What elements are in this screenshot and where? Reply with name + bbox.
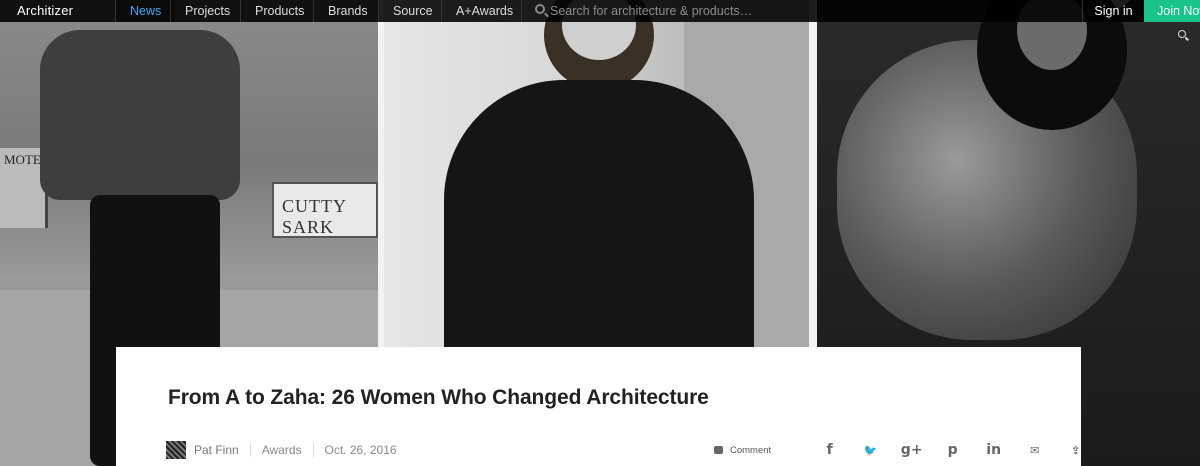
search-bar xyxy=(521,0,1081,22)
sign-in-link[interactable]: Sign in xyxy=(1082,0,1144,22)
article-category[interactable]: Awards xyxy=(262,443,302,457)
top-nav: Architizer News Projects Products Brands… xyxy=(0,0,1200,22)
author-avatar[interactable] xyxy=(166,441,186,459)
article-title: From A to Zaha: 26 Women Who Changed Arc… xyxy=(168,386,709,409)
comment-icon xyxy=(714,446,723,454)
article-date: Oct. 26, 2016 xyxy=(324,443,397,457)
nav-item-news[interactable]: News xyxy=(115,0,176,22)
twitter-icon[interactable]: 🐦 xyxy=(850,444,891,457)
search-icon xyxy=(1178,30,1186,38)
article-meta: Pat Finn Awards Oct. 26, 2016 xyxy=(166,441,397,459)
linkedin-icon[interactable]: in xyxy=(973,442,1014,458)
article-card: From A to Zaha: 26 Women Who Changed Arc… xyxy=(116,347,1081,466)
share-actions: Comment f 🐦 g+ p in ✉ ⇪ xyxy=(714,440,1096,460)
search-input[interactable] xyxy=(550,0,1050,22)
author-name[interactable]: Pat Finn xyxy=(194,443,239,457)
nav-item-projects[interactable]: Projects xyxy=(170,0,244,22)
email-icon[interactable]: ✉ xyxy=(1014,444,1055,457)
site-logo[interactable]: Architizer xyxy=(17,0,73,22)
join-now-button[interactable]: Join Now xyxy=(1144,0,1200,22)
nav-item-brands[interactable]: Brands xyxy=(313,0,382,22)
nav-item-aawards[interactable]: A+Awards xyxy=(441,0,527,22)
floating-search-button[interactable] xyxy=(1171,25,1195,47)
nav-item-products[interactable]: Products xyxy=(240,0,318,22)
search-icon xyxy=(535,4,545,14)
pinterest-icon[interactable]: p xyxy=(932,442,973,458)
comment-button[interactable]: Comment xyxy=(714,445,771,456)
facebook-icon[interactable]: f xyxy=(809,442,850,458)
share-icon[interactable]: ⇪ xyxy=(1055,444,1096,457)
billboard: CUTTY SARK xyxy=(272,182,378,238)
google-plus-icon[interactable]: g+ xyxy=(891,442,932,458)
nav-item-source[interactable]: Source xyxy=(378,0,447,22)
